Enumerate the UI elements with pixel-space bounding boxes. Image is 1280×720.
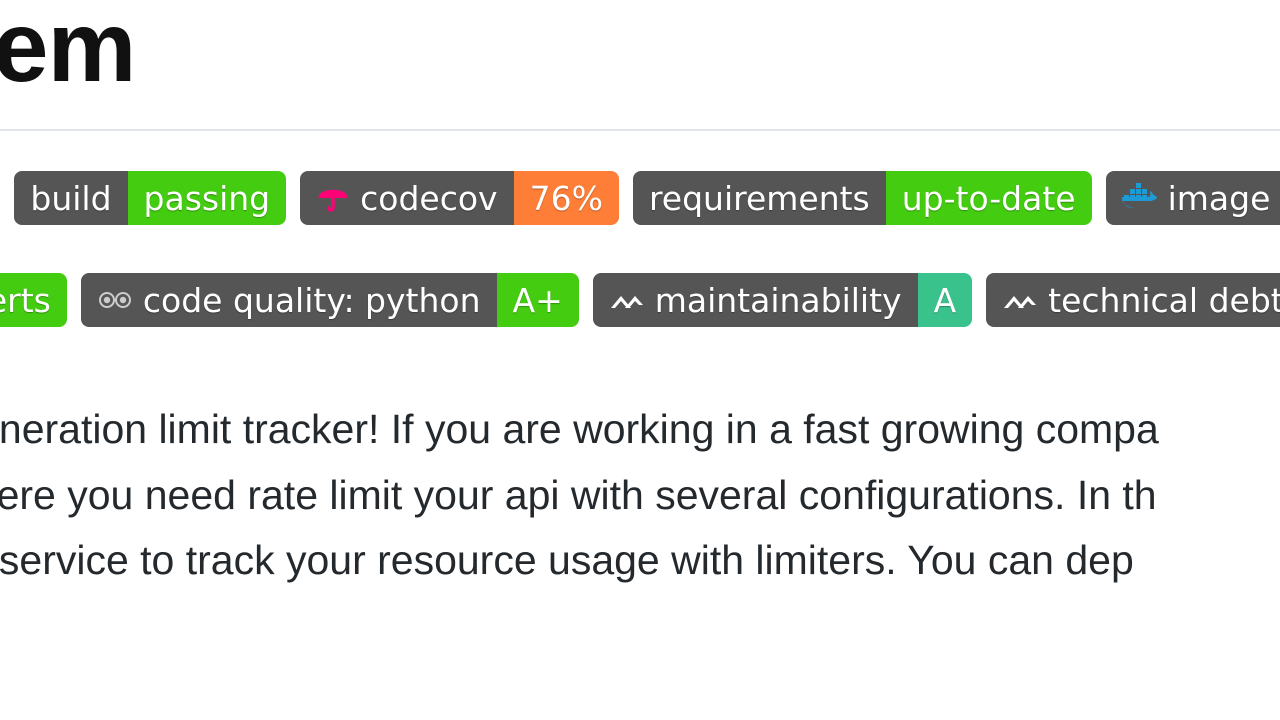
code-climate-icon — [1002, 288, 1038, 312]
badge-label-text: image size — [1168, 182, 1280, 215]
badge-maintainability[interactable]: maintainability A — [593, 273, 972, 327]
badge-value: 76% — [514, 171, 619, 225]
badge-label: build — [14, 171, 127, 225]
badge-image-size[interactable]: image size 7 — [1106, 171, 1280, 225]
badge-value: 0 alerts — [0, 273, 67, 327]
badge-label-text: code quality: python — [143, 284, 481, 317]
badge-label: codecov — [300, 171, 513, 225]
lgtm-icon — [97, 288, 133, 312]
badge-value: A — [918, 273, 973, 327]
code-climate-icon — [609, 288, 645, 312]
description-line: as a service to track your resource usag… — [0, 530, 1280, 592]
badge-codecov[interactable]: codecov 76% — [300, 171, 619, 225]
badge-alerts[interactable]: 0 alerts — [0, 273, 67, 327]
description-paragraph: xt generation limit tracker! If you are … — [0, 399, 1280, 592]
badge-code-quality[interactable]: code quality: python A+ — [81, 273, 579, 327]
description-line: n where you need rate limit your api wit… — [0, 465, 1280, 527]
badge-value: A+ — [497, 273, 579, 327]
docker-icon — [1122, 183, 1158, 213]
badge-label-text: codecov — [360, 182, 497, 215]
badge-row-1: MIT build passing codecov 76% requiremen… — [0, 171, 1280, 225]
badge-label-text: technical debt — [1048, 284, 1280, 317]
badge-build[interactable]: build passing — [14, 171, 286, 225]
badge-value: passing — [128, 171, 287, 225]
badge-row-2: 0 alerts code quality: python A+ maintai… — [0, 273, 1280, 327]
badge-label-text: maintainability — [655, 284, 902, 317]
badge-requirements[interactable]: requirements up-to-date — [633, 171, 1092, 225]
badge-technical-debt[interactable]: technical debt 0 — [986, 273, 1280, 327]
badge-label: maintainability — [593, 273, 918, 327]
badge-label: technical debt — [986, 273, 1280, 327]
badge-value: up-to-date — [886, 171, 1092, 225]
badge-label: code quality: python — [81, 273, 497, 327]
badge-label: requirements — [633, 171, 886, 225]
description-line: xt generation limit tracker! If you are … — [0, 399, 1280, 461]
badge-label: image size — [1106, 171, 1280, 225]
page-title: p'em — [0, 0, 1280, 131]
umbrella-icon — [316, 181, 350, 215]
